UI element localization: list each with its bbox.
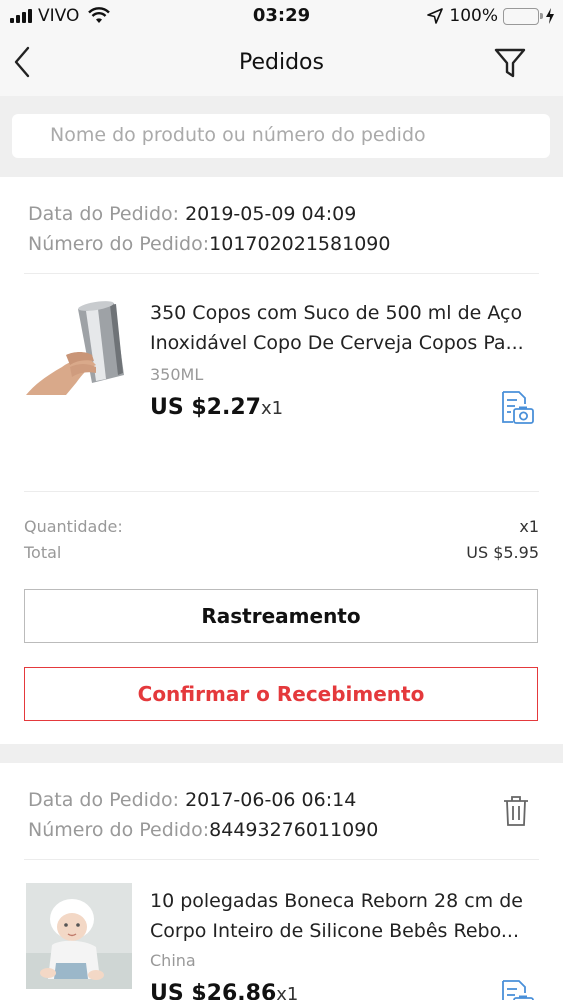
product-name-line1: 10 polegadas Boneca Reborn 28 cm de [150,890,523,912]
order-number: 84493276011090 [209,819,379,841]
status-bar: VIVO 03:29 100% [0,0,563,32]
location-arrow-icon [427,8,444,24]
order-number-row: Número do Pedido:84493276011090 [28,815,535,845]
order-header: Data do Pedido: 2017-06-06 06:14 Número … [0,763,563,845]
battery-icon [503,7,543,25]
product-image-reborn-doll[interactable] [26,883,132,989]
order-date-label: Data do Pedido: [28,789,180,811]
charging-bolt-icon [546,8,554,24]
search-input[interactable]: Nome do produto ou número do pedido [12,114,550,158]
product-name-line1: 350 Copos com Suco de 500 ml de Aço [150,302,523,324]
quantity-label: Quantidade: [24,517,123,536]
battery-percent: 100% [449,6,498,26]
order-date-row: Data do Pedido: 2019-05-09 04:09 [28,199,535,229]
photo-review-icon[interactable] [499,390,535,426]
order-date-label: Data do Pedido: [28,203,180,225]
product-image-steel-cup[interactable] [26,295,132,401]
battery-group: 100% [427,6,555,26]
order-card: Data do Pedido: 2019-05-09 04:09 Número … [0,177,563,744]
total-row: Total US $5.95 [24,543,539,569]
product-variant: 350ML [150,365,204,384]
product-price: US $26.86 [150,981,277,1000]
order-number-label: Número do Pedido: [28,819,210,841]
confirm-receipt-button[interactable]: Confirmar o Recebimento [24,667,538,721]
search-area: Nome do produto ou número do pedido [0,96,563,176]
total-label: Total [24,543,62,562]
order-date-row: Data do Pedido: 2017-06-06 06:14 [28,785,535,815]
tracking-button[interactable]: Rastreamento [24,589,538,643]
order-number: 101702021581090 [209,233,391,255]
product-qty: x1 [260,398,284,419]
product-name-line2: Inoxidável Copo De Cerveja Copos Pa... [150,332,524,354]
nav-bar: Pedidos [0,32,563,96]
page-title: Pedidos [239,50,324,75]
order-date: 2017-06-06 06:14 [185,789,357,811]
photo-review-icon[interactable] [499,979,535,1000]
product-name[interactable]: 350 Copos com Suco de 500 ml de Aço Inox… [150,298,534,358]
order-header: Data do Pedido: 2019-05-09 04:09 Número … [0,177,563,259]
product-variant: China [150,951,196,970]
quantity-row: Quantidade: x1 [24,517,539,543]
product-name-line2: Corpo Inteiro de Silicone Bebês Rebo... [150,920,519,942]
product-price: US $2.27 [150,395,261,420]
order-number-label: Número do Pedido: [28,233,210,255]
product-price-row: US $26.86x1 [150,981,298,1000]
divider [24,273,539,274]
order-summary: Quantidade: x1 Total US $5.95 [24,517,539,569]
order-date: 2019-05-09 04:09 [185,203,357,225]
divider [24,859,539,860]
product-name[interactable]: 10 polegadas Boneca Reborn 28 cm de Corp… [150,886,534,946]
order-number-row: Número do Pedido:101702021581090 [28,229,535,259]
order-card: Data do Pedido: 2017-06-06 06:14 Número … [0,763,563,1000]
divider [24,491,539,492]
filter-icon[interactable] [493,46,527,80]
trash-icon[interactable] [501,795,531,827]
product-price-row: US $2.27x1 [150,395,283,420]
quantity-value: x1 [519,517,539,536]
product-qty: x1 [276,984,299,1000]
total-value: US $5.95 [466,543,539,562]
